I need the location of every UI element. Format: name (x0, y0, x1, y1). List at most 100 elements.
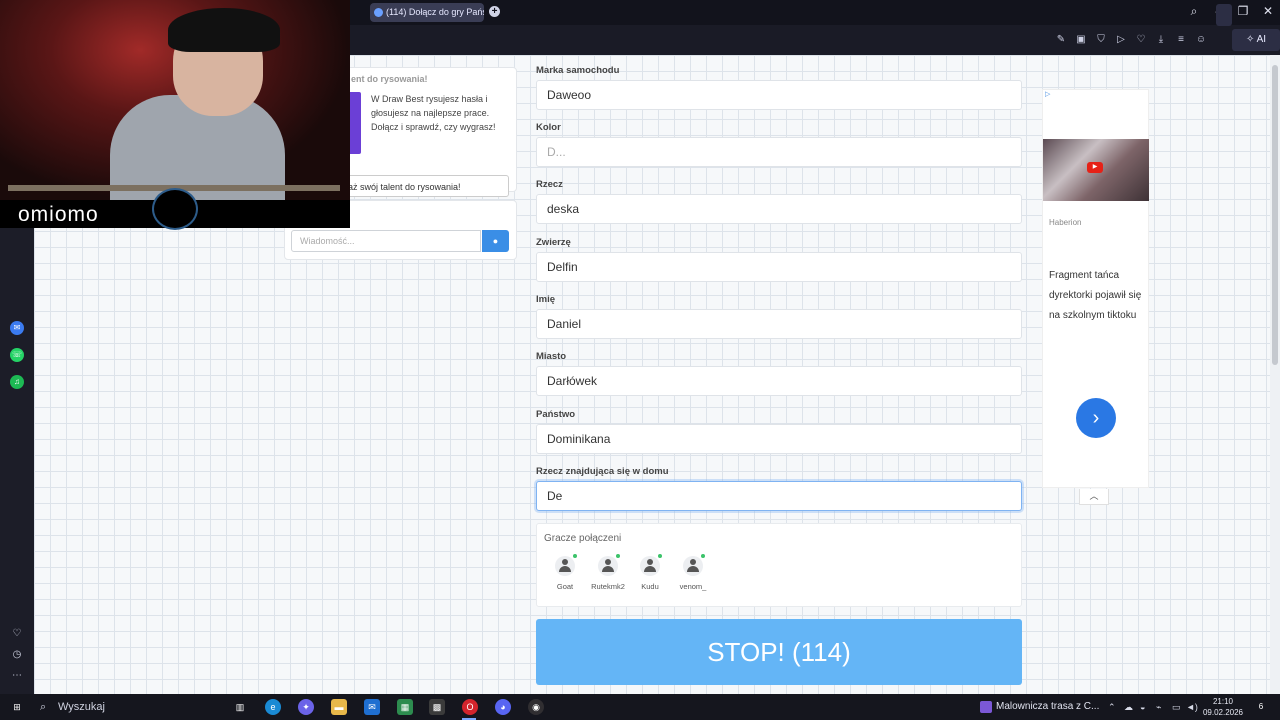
browser-tab[interactable]: (114) Dołącz do gry Państ (370, 3, 484, 22)
player-name: Rutekmk2 (591, 582, 625, 591)
adchoices-icon[interactable]: ▷ (1045, 90, 1050, 98)
answer-input[interactable]: Darłówek (536, 366, 1022, 396)
new-tab-button[interactable]: + (489, 6, 500, 17)
messenger-icon[interactable]: ✉ (10, 321, 24, 335)
chat-input[interactable]: Wiadomość... (291, 230, 481, 252)
shield-icon[interactable]: ⛉ (1094, 33, 1108, 47)
player-item[interactable]: Kudu (628, 554, 672, 591)
browser-toolbar: ✎ ▣ ⛉ ▷ ♡ ⤓ ≡ ☺ ✧ AI (350, 25, 1280, 55)
download-icon[interactable]: ⤓ (1154, 33, 1168, 47)
task-view-icon[interactable]: ▥ (232, 699, 248, 715)
browser-sidebar: ✉ ☏ ♫ ♡ ◷ ⋯ (0, 228, 34, 694)
ad-card[interactable]: ▷ ▶ Haberion Fragment tańca dyrektorki p… (1042, 89, 1149, 488)
ad-headline[interactable]: Fragment tańca dyrektorki pojawił się na… (1049, 266, 1145, 326)
player-name: Goat (556, 582, 574, 591)
player-name: venom_ (679, 582, 707, 591)
opera-icon[interactable]: O (462, 699, 478, 715)
field-label: Zwierzę (536, 237, 571, 248)
ad-thumbnail[interactable]: ▶ (1043, 139, 1149, 201)
answer-input[interactable]: Daweoo (536, 80, 1022, 110)
answer-input[interactable]: Delfin (536, 252, 1022, 282)
more-icon[interactable]: ⋯ (11, 670, 23, 682)
player-item[interactable]: Goat (543, 554, 587, 591)
field-label: Państwo (536, 409, 576, 420)
webcam-person-cap (168, 8, 280, 52)
taskbar-search-label: Wyszukaj (58, 701, 105, 713)
restore-button[interactable]: ❐ (1235, 4, 1251, 18)
media-widget[interactable]: Malownicza trasa z C... (978, 694, 1100, 720)
play-icon[interactable]: ▷ (1114, 33, 1128, 47)
edit-icon[interactable]: ✎ (1054, 33, 1068, 47)
answer-input[interactable]: D... (536, 137, 1022, 167)
taskbar-search[interactable]: ⌕ Wyszukaj (36, 695, 224, 719)
field-label: Rzecz znajdująca się w domu (536, 466, 669, 477)
tab-favicon-icon (374, 8, 383, 17)
discord-icon[interactable]: ◕ (495, 699, 511, 715)
player-name: Kudu (641, 582, 659, 591)
user-avatar-icon (598, 554, 620, 576)
streamer-name: omiomo (18, 203, 99, 226)
search-icon: ⌕ (40, 701, 47, 713)
edge-icon[interactable]: e (265, 699, 281, 715)
players-title: Gracze połączeni (544, 533, 622, 544)
field-label: Rzecz (536, 179, 563, 190)
promo-cta-button[interactable]: aż swój talent do rysowania! (341, 175, 509, 197)
windows-start-icon[interactable]: ⊞ (9, 699, 25, 715)
history-icon[interactable]: ◷ (11, 649, 23, 661)
user-avatar-icon (555, 554, 577, 576)
chevron-right-icon[interactable]: › (1076, 398, 1116, 438)
promo-text: W Draw Best rysujesz hasła i głosujesz n… (371, 94, 496, 132)
webcam-overlay (0, 0, 350, 200)
media-title: Malownicza trasa z C... (996, 701, 1100, 712)
tray-app-icon[interactable]: ☁ (1124, 694, 1133, 720)
copilot-icon[interactable]: ✦ (298, 699, 314, 715)
search-tabs-icon[interactable]: ⌕ (1186, 4, 1202, 19)
favorites-icon[interactable]: ♡ (11, 628, 23, 640)
send-message-button[interactable]: ● (482, 230, 509, 252)
field-label: Marka samochodu (536, 65, 620, 76)
volume-icon[interactable]: ◄) (1186, 694, 1198, 720)
network-icon[interactable]: ▭ (1172, 694, 1181, 720)
camera-icon[interactable]: ▣ (1074, 33, 1088, 47)
user-avatar-icon (683, 554, 705, 576)
file-explorer-icon[interactable]: ▬ (331, 699, 347, 715)
answer-input[interactable]: Daniel (536, 309, 1022, 339)
tab-title: (114) Dołącz do gry Państ (386, 7, 484, 17)
spotify-icon[interactable]: ♫ (10, 375, 24, 389)
heart-icon[interactable]: ♡ (1134, 33, 1148, 47)
obs-icon[interactable]: ◉ (528, 699, 544, 715)
chevron-up-icon[interactable]: ︿ (1079, 489, 1109, 505)
field-label: Imię (536, 294, 556, 305)
profile-icon[interactable]: ☺ (1194, 33, 1208, 47)
usb-icon[interactable]: ⌁ (1156, 694, 1161, 720)
clock-time: 21:10 (1212, 697, 1234, 706)
tray-chevron-icon[interactable]: ⌃ (1108, 694, 1116, 720)
menu-icon[interactable]: ≡ (1174, 33, 1188, 47)
user-avatar-icon (640, 554, 662, 576)
media-app-icon (980, 701, 992, 713)
stop-button[interactable]: STOP! (114) (536, 619, 1022, 685)
ai-button[interactable]: ✧ AI (1232, 29, 1280, 51)
store-icon[interactable]: ▦ (397, 699, 413, 715)
close-button[interactable]: ✕ (1260, 4, 1276, 18)
answer-input-focused[interactable]: De (536, 481, 1022, 511)
extensions-icon[interactable] (1216, 4, 1232, 26)
mail-icon[interactable]: ✉ (364, 699, 380, 715)
windows-taskbar: ⊞ ⌕ Wyszukaj ▥ e ✦ ▬ ✉ ▦ ▩ O ◕ ◉ Malowni… (0, 694, 1280, 720)
answer-input[interactable]: Dominikana (536, 424, 1022, 454)
promo-title: ent do rysowania! (351, 74, 428, 84)
taskbar-clock[interactable]: 21:10 09.02.2026 (1198, 696, 1248, 718)
field-label: Kolor (536, 122, 561, 133)
player-item[interactable]: Rutekmk2 (586, 554, 630, 591)
clock-date: 09.02.2026 (1202, 708, 1244, 717)
notifications-icon[interactable]: 6 (1254, 700, 1268, 714)
minecraft-icon[interactable]: ▩ (429, 699, 445, 715)
player-item[interactable]: venom_ (671, 554, 715, 591)
answer-input[interactable]: deska (536, 194, 1022, 224)
page-scrollbar[interactable] (1270, 55, 1280, 694)
ad-source: Haberion (1049, 218, 1082, 227)
field-label: Miasto (536, 351, 567, 362)
whatsapp-icon[interactable]: ☏ (10, 348, 24, 362)
scrollbar-thumb[interactable] (1272, 65, 1278, 365)
tray-app-icon[interactable]: ◒ (1140, 694, 1145, 720)
